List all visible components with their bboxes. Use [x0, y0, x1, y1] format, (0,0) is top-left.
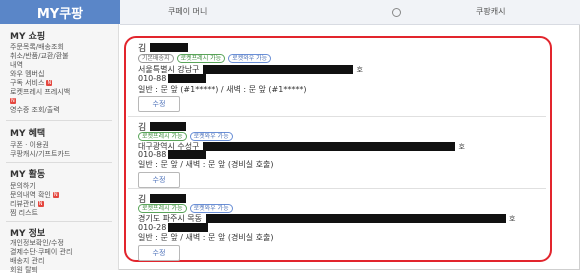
address-card-1: 김 기본배송지 로켓프레시 가능 로켓와우 가능 서울특별시 강남구 호 010…: [138, 41, 536, 112]
redacted-name: [150, 122, 187, 131]
menu-subscription[interactable]: 구독 서비스 N: [10, 79, 53, 88]
entry-info: 일반 : 문 앞 (#1*****) / 새벽 : 문 앞 (#1*****): [138, 85, 307, 94]
menu-withdraw[interactable]: 회원 탈퇴: [10, 266, 38, 275]
menu-personal-info[interactable]: 개인정보확인/수정: [10, 239, 64, 248]
entry-info: 일반 : 문 앞 / 새벽 : 문 앞 (경비실 호출): [138, 160, 274, 169]
recipient-name: 김: [138, 41, 189, 54]
address-card-2: 김 로켓프레시 가능 로켓와우 가능 대구광역시 수성구 호 010-88 일반…: [138, 120, 536, 188]
edit-button[interactable]: 수정: [138, 172, 180, 188]
sidebar: MY 쇼핑 주문목록/배송조회 취소/반품/교환/환불 내역 와우 멤버십 구독…: [0, 24, 119, 274]
new-badge: N: [46, 80, 53, 86]
new-badge: N: [52, 192, 59, 198]
redacted-address: [205, 214, 506, 223]
menu-cancel-return[interactable]: 취소/반품/교환/환불: [10, 52, 69, 61]
menu-order-list[interactable]: 주문목록/배송조회: [10, 43, 64, 52]
menu-rocket-fresh-bag[interactable]: 로켓프레시 프레시백: [10, 88, 70, 97]
menu-wow-membership[interactable]: 와우 멤버십: [10, 70, 44, 79]
redacted-address: [203, 142, 456, 151]
section-title-my-shopping: MY 쇼핑: [10, 32, 46, 42]
rocket-fresh-badge: 로켓프레시 가능: [176, 54, 226, 63]
brand-title[interactable]: MY쿠팡: [0, 0, 120, 24]
entry-info: 일반 : 문 앞 / 새벽 : 문 앞 (경비실 호출): [138, 233, 274, 242]
section-title-my-info: MY 정보: [10, 229, 46, 239]
menu-divider: [6, 120, 112, 121]
badge-row: 로켓프레시 가능 로켓와우 가능: [138, 204, 233, 213]
phone-line: 010-88: [138, 150, 207, 159]
menu-history[interactable]: 내역: [10, 61, 23, 70]
menu-payment-methods[interactable]: 결제수단·쿠페이 관리: [10, 248, 72, 257]
edit-button[interactable]: 수정: [138, 245, 180, 261]
tab-coupang-cash[interactable]: 쿠팡캐시: [476, 0, 505, 24]
rocket-wow-badge: 로켓와우 가능: [228, 54, 272, 63]
edit-button[interactable]: 수정: [138, 96, 180, 112]
menu-cash-giftcard[interactable]: 쿠팡캐시/기프트카드: [10, 150, 70, 159]
section-title-my-activity: MY 활동: [10, 170, 46, 180]
phone-line: 010-28: [138, 223, 209, 232]
section-title-my-benefits: MY 혜택: [10, 129, 46, 139]
menu-new-marker: N: [10, 97, 16, 106]
menu-divider: [6, 162, 112, 163]
menu-address-manage[interactable]: 배송지 관리: [10, 257, 44, 266]
rocket-fresh-badge: 로켓프레시 가능: [138, 132, 187, 141]
badge-row: 로켓프레시 가능 로켓와우 가능: [138, 132, 233, 141]
menu-receipt[interactable]: 영수증 조회/출력: [10, 106, 60, 115]
badge-row: 기본배송지 로켓프레시 가능 로켓와우 가능: [138, 54, 272, 63]
rocket-wow-badge: 로켓와우 가능: [189, 132, 233, 141]
default-address-badge: 기본배송지: [138, 54, 174, 63]
card-divider: [128, 116, 546, 117]
phone-line: 010-88: [138, 74, 207, 83]
ring-icon: [392, 8, 401, 17]
rocket-fresh-badge: 로켓프레시 가능: [138, 204, 187, 213]
redacted-phone: [168, 223, 209, 232]
menu-wishlist[interactable]: 찜 리스트: [10, 209, 38, 218]
menu-inquiry-history[interactable]: 문의내역 확인 N: [10, 191, 59, 200]
rocket-wow-badge: 로켓와우 가능: [189, 204, 233, 213]
menu-inquiry[interactable]: 문의하기: [10, 182, 36, 191]
menu-divider: [6, 221, 112, 222]
redacted-name: [150, 43, 189, 52]
redacted-name: [150, 194, 187, 203]
top-bar: 쿠페이 머니 쿠팡캐시: [120, 0, 580, 25]
redacted-phone: [168, 74, 207, 83]
new-badge: N: [37, 201, 44, 207]
card-divider: [128, 188, 546, 189]
redacted-address: [203, 65, 354, 74]
address-card-3: 김 로켓프레시 가능 로켓와우 가능 경기도 파주시 목동 호 010-28 일…: [138, 192, 536, 261]
menu-coupons[interactable]: 쿠폰 · 이용권: [10, 141, 49, 150]
menu-review-manage[interactable]: 리뷰관리 N: [10, 200, 44, 209]
new-badge: N: [10, 98, 16, 104]
redacted-phone: [168, 150, 207, 159]
tab-coupay-money[interactable]: 쿠페이 머니: [168, 0, 207, 24]
